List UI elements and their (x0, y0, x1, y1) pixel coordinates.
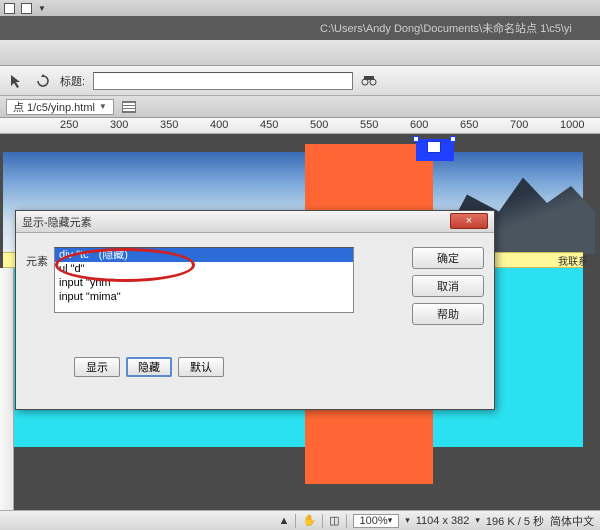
lines-icon[interactable] (122, 101, 136, 113)
ruler-mark: 500 (310, 119, 328, 131)
chevron-down-icon[interactable]: ▾ (475, 515, 480, 526)
close-button[interactable]: × (450, 213, 488, 229)
document-tabbar: 点 1/c5/yinp.html ▼ (0, 96, 600, 118)
zoom-level[interactable]: 100% ▾ (353, 514, 400, 528)
vertical-ruler (0, 268, 14, 530)
ruler-mark: 300 (110, 119, 128, 131)
ruler-mark: 400 (210, 119, 228, 131)
properties-toolbar: 标题: (0, 66, 600, 96)
window-titlebar: C:\Users\Andy Dong\Documents\未命名站点 1\c5\… (0, 16, 600, 40)
selection-inner (427, 141, 441, 153)
ruler-mark: 650 (460, 119, 478, 131)
chevron-down-icon[interactable]: ▾ (405, 515, 410, 526)
chevron-down-icon: ▼ (99, 102, 107, 111)
document-path: C:\Users\Andy Dong\Documents\未命名站点 1\c5\… (320, 20, 572, 36)
selection-handle[interactable] (416, 139, 454, 161)
cursor-icon[interactable]: ▲ (279, 515, 290, 527)
ruler-mark: 1000 (560, 119, 584, 131)
ruler-mark: 450 (260, 119, 278, 131)
ruler-mark: 350 (160, 119, 178, 131)
list-item[interactable]: input "yhm" (55, 276, 353, 290)
elements-label: 元素 (26, 247, 48, 325)
help-button[interactable]: 帮助 (412, 303, 484, 325)
tab-label: 点 1/c5/yinp.html (13, 99, 95, 115)
ruler-mark: 250 (60, 119, 78, 131)
refresh-icon[interactable] (34, 72, 52, 90)
elements-listbox[interactable]: div "tc" (隐藏)ul "d"input "yhm"input "mim… (54, 247, 354, 313)
cancel-button[interactable]: 取消 (412, 275, 484, 297)
title-input[interactable] (93, 72, 353, 90)
status-bar: ▲ ✋ ◫ 100% ▾ ▾ 1104 x 382 ▾ 196 K / 5 秒 … (0, 510, 600, 530)
show-hide-dialog: 显示-隐藏元素 × 元素 div "tc" (隐藏)ul "d"input "y… (15, 210, 495, 410)
dimensions: 1104 x 382 (416, 515, 470, 527)
ruler-mark: 550 (360, 119, 378, 131)
top-toolbar: ▼ (0, 0, 600, 16)
ruler-mark: 600 (410, 119, 428, 131)
ok-button[interactable]: 确定 (412, 247, 484, 269)
dialog-title: 显示-隐藏元素 (22, 214, 92, 230)
binoculars-icon[interactable] (361, 73, 377, 89)
dialog-titlebar[interactable]: 显示-隐藏元素 × (16, 211, 494, 233)
hand-icon[interactable]: ✋ (302, 514, 316, 527)
chevron-down-icon[interactable]: ▼ (38, 4, 46, 13)
hide-button[interactable]: 隐藏 (126, 357, 172, 377)
list-item[interactable]: ul "d" (55, 262, 353, 276)
ruler-mark: 700 (510, 119, 528, 131)
panel-strip (0, 40, 600, 66)
anchor-tr[interactable] (450, 136, 456, 142)
anchor-tl[interactable] (413, 136, 419, 142)
document-tab[interactable]: 点 1/c5/yinp.html ▼ (6, 99, 114, 115)
list-item[interactable]: input "mima" (55, 290, 353, 304)
show-button[interactable]: 显示 (74, 357, 120, 377)
size-time: 196 K / 5 秒 (486, 513, 544, 529)
horizontal-ruler: 250 300 350 400 450 500 550 600 650 700 1000 (0, 118, 600, 134)
default-button[interactable]: 默认 (178, 357, 224, 377)
list-item[interactable]: div "tc" (隐藏) (55, 248, 353, 262)
layout2-icon[interactable] (21, 3, 32, 14)
encoding: 简体中文 (550, 513, 594, 529)
title-label: 标题: (60, 73, 85, 89)
chevron-down-icon: ▾ (388, 515, 393, 526)
close-icon: × (466, 215, 472, 227)
nav-link[interactable]: 我联系 (558, 252, 588, 268)
layout-icon[interactable] (4, 3, 15, 14)
selection-icon[interactable]: ◫ (329, 514, 339, 527)
pointer-icon[interactable] (8, 72, 26, 90)
